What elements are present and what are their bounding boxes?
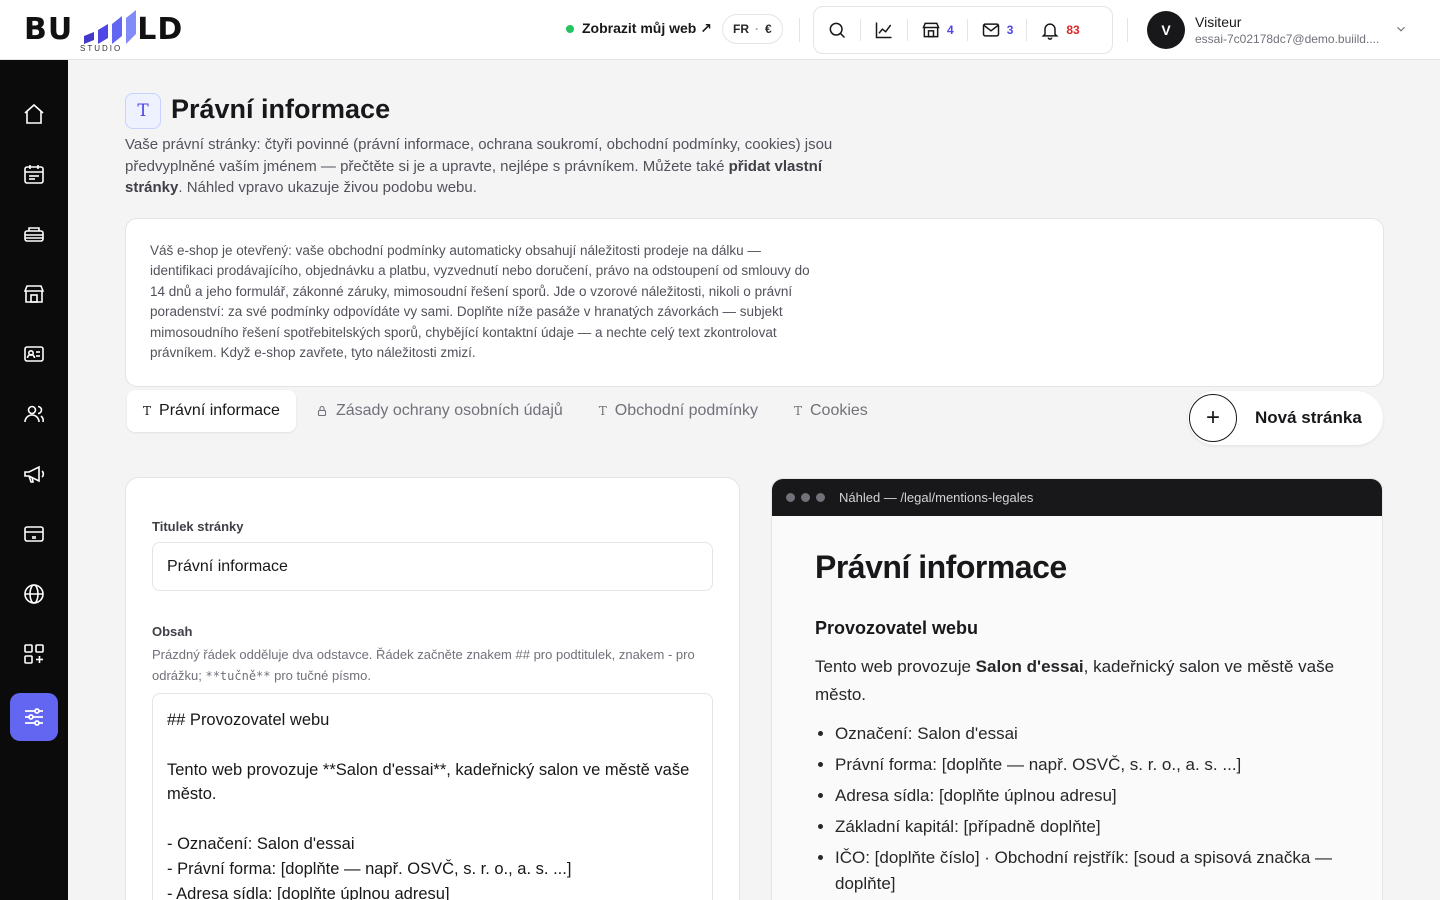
stats-button[interactable] (861, 6, 907, 54)
top-bar: BULD STUDIO Zobrazit můj web ↗ FR · € 4 (0, 0, 1440, 60)
legal-page-tabs: T Právní informace Zásady ochrany osobní… (127, 390, 884, 432)
contact-card-icon (24, 346, 44, 362)
editor-card: Titulek stránky Právní informace Obsah P… (125, 477, 740, 900)
new-page-button[interactable]: + Nová stránka (1188, 391, 1383, 445)
live-status-dot (566, 24, 574, 33)
content-textarea[interactable]: ## Provozovatel webu Tento web provozuje… (152, 693, 713, 900)
search-button[interactable] (814, 6, 860, 54)
logo-bars-icon (84, 10, 136, 44)
window-dot-icon (786, 493, 795, 502)
shop-orders-button[interactable]: 4 (908, 6, 967, 54)
divider (799, 18, 800, 42)
home-icon (24, 103, 44, 124)
globe-icon (24, 584, 44, 604)
sidebar-item-settings[interactable] (10, 693, 58, 741)
tab-cookies[interactable]: T Cookies (778, 390, 884, 432)
mail-icon (982, 23, 999, 37)
tab-legal-info[interactable]: T Právní informace (127, 390, 296, 432)
title-field-label: Titulek stránky (152, 519, 244, 534)
content-help-text: Prázdný řádek odděluje dva odstavce. Řád… (152, 647, 695, 683)
preview-list: Označení: Salon d'essai Právní forma: [d… (815, 721, 1345, 897)
payment-card-icon (24, 526, 44, 542)
sidebar-item-services[interactable] (10, 210, 58, 258)
chart-icon (875, 22, 892, 39)
list-item: Právní forma: [doplňte — např. OSVČ, s. … (835, 752, 1345, 778)
preview-subheading: Provozovatel webu (815, 618, 979, 638)
users-icon (24, 405, 44, 423)
sidebar-item-store[interactable] (10, 270, 58, 318)
calendar-icon (24, 165, 44, 184)
window-dot-icon (801, 493, 810, 502)
window-dot-icon (816, 493, 825, 502)
divider (1127, 18, 1128, 42)
page-description: Vaše právní stránky: čtyři povinné (práv… (125, 136, 833, 196)
page-title: Právní informace (171, 94, 391, 124)
text-type-icon: T (143, 404, 152, 418)
apps-icon (24, 644, 44, 664)
avatar: V (1147, 11, 1185, 49)
preview-heading: Právní informace (815, 549, 1067, 585)
shop-notice-text: Váš e-shop je otevřený: vaše obchodní po… (150, 243, 810, 361)
user-name: Visiteur (1195, 14, 1242, 30)
live-preview: Náhled — /legal/mentions-legales Právní … (771, 478, 1383, 900)
preview-url: Náhled — /legal/mentions-legales (839, 490, 1034, 505)
content-field-label: Obsah (152, 624, 193, 639)
sidebar-item-home[interactable] (10, 90, 58, 138)
search-icon (829, 22, 846, 39)
user-email: essai-7c02178dc7@demo.buiild.... (1195, 32, 1380, 46)
shop-count-badge: 4 (947, 23, 954, 37)
language-currency-switch[interactable]: FR · € (722, 14, 783, 44)
preview-paragraph: Tento web provozuje Salon d'essai, kadeř… (815, 657, 1335, 704)
sidebar-item-marketing[interactable] (10, 450, 58, 498)
user-menu[interactable]: V Visiteur essai-7c02178dc7@demo.buiild.… (1147, 11, 1379, 49)
shop-notice-panel: Váš e-shop je otevřený: vaše obchodní po… (125, 218, 1384, 387)
page-title-input[interactable]: Právní informace (152, 542, 713, 591)
sidebar-item-website[interactable] (10, 570, 58, 618)
messages-button[interactable]: 3 (968, 6, 1027, 54)
bell-icon (1041, 23, 1059, 40)
text-type-icon: T (793, 404, 802, 418)
sidebar (0, 60, 68, 900)
lock-icon (317, 405, 327, 417)
sidebar-item-apps[interactable] (10, 630, 58, 678)
sliders-icon (25, 708, 43, 726)
services-icon (24, 227, 44, 242)
logo[interactable]: BU LD STUDIO (24, 10, 184, 53)
store-icon (23, 285, 45, 303)
sidebar-item-clients[interactable] (10, 330, 58, 378)
sidebar-item-payments[interactable] (10, 510, 58, 558)
megaphone-icon (24, 465, 45, 483)
notification-count-badge: 83 (1066, 23, 1080, 37)
text-type-icon: T (125, 93, 161, 129)
sidebar-item-team[interactable] (10, 390, 58, 438)
preview-content: Právní informace Provozovatel webu Tento… (815, 549, 1345, 900)
view-site-link[interactable]: Zobrazit můj web ↗ (566, 20, 712, 37)
store-icon (922, 22, 940, 38)
list-item: Základní kapitál: [případně doplňte] (835, 814, 1345, 840)
list-item: IČO: [doplňte číslo] · Obchodní rejstřík… (835, 845, 1345, 897)
chevron-down-icon[interactable] (1394, 22, 1408, 36)
header-tools: 4 3 83 (813, 6, 1113, 54)
notifications-button[interactable]: 83 (1027, 6, 1092, 54)
mail-count-badge: 3 (1006, 23, 1014, 37)
tab-terms[interactable]: T Obchodní podmínky (583, 390, 774, 432)
plus-icon: + (1189, 394, 1237, 442)
text-type-icon: T (598, 404, 607, 418)
sidebar-item-calendar[interactable] (10, 150, 58, 198)
list-item: Označení: Salon d'essai (835, 721, 1345, 747)
list-item: Adresa sídla: [doplňte úplnou adresu] (835, 783, 1345, 809)
tab-privacy-policy[interactable]: Zásady ochrany osobních údajů (300, 390, 579, 432)
preview-title-bar: Náhled — /legal/mentions-legales (772, 479, 1382, 516)
